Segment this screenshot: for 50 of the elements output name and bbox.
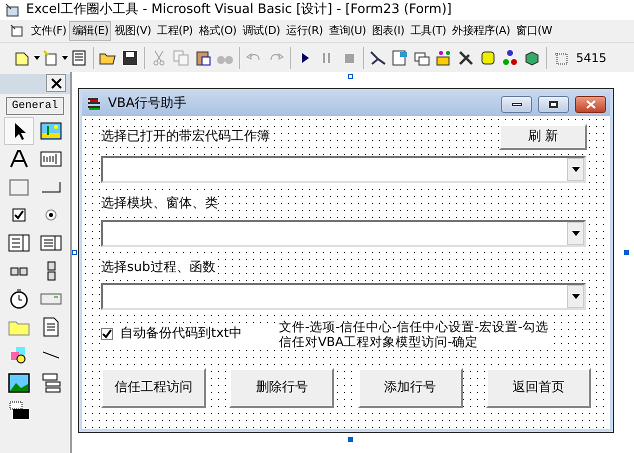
checkbox-label: 自动备份代码到txt中 [120, 325, 242, 344]
action-button[interactable]: 返回首页 [486, 368, 591, 408]
combobox-icon [8, 232, 30, 254]
form-title: VBA行号助手 [108, 95, 188, 114]
menu-item[interactable]: 视图(V) [111, 21, 154, 41]
refresh-button[interactable]: 刷 新 [499, 124, 587, 150]
minimize-button[interactable] [501, 96, 532, 112]
timer-icon [8, 288, 30, 310]
close-icon [586, 100, 596, 108]
field-label: 选择已打开的带宏代码工作簿 [101, 127, 270, 147]
menu-item[interactable]: 工程(P) [154, 21, 196, 41]
caret-icon[interactable] [62, 56, 68, 60]
form-icon [10, 24, 24, 38]
menu-item[interactable]: 调试(D) [240, 21, 284, 41]
app-icon [4, 2, 20, 18]
menu-item[interactable]: 文件(F) [28, 21, 70, 41]
image-icon [8, 372, 30, 394]
resize-handle[interactable] [72, 250, 77, 255]
menu-item[interactable]: 编辑(E) [69, 21, 112, 41]
menu-item[interactable]: 外接程序(A) [449, 21, 514, 41]
field-label: 选择模块、窗体、类 [101, 194, 218, 214]
pointer-tool[interactable] [4, 117, 34, 145]
maximize-button[interactable] [538, 96, 569, 112]
window-title: Excel工作圈小工具 - Microsoft Visual Basic [设计] - [Form23 (Form)] [26, 1, 452, 20]
label-icon [8, 148, 30, 170]
menu-item[interactable]: 运行(R) [283, 21, 326, 41]
form-app-icon [86, 97, 102, 111]
toolbox-tab[interactable]: General [6, 97, 64, 115]
action-button[interactable]: 信任工程访问 [101, 368, 206, 408]
resize-handle[interactable] [348, 437, 353, 442]
workbook-dropdown[interactable] [101, 156, 586, 183]
action-button[interactable]: 删除行号 [229, 368, 334, 408]
field-label: 选择sub过程、函数 [101, 258, 216, 277]
resize-handle[interactable] [348, 74, 353, 79]
instruction-text: 文件-选项-信任中心-信任中心设置-宏设置-勾选 信任对VBA工程对象模型访问-确定 [279, 319, 549, 349]
position-text: 5415 [576, 50, 607, 66]
close-icon[interactable] [46, 74, 66, 92]
checkbox[interactable] [101, 328, 113, 340]
close-button[interactable] [575, 96, 606, 112]
procedure-dropdown[interactable] [101, 283, 586, 310]
picture-icon [40, 120, 62, 142]
menu-item[interactable]: 工具(T) [407, 21, 450, 41]
menu-item[interactable]: 窗口(W [513, 21, 556, 41]
resize-handle[interactable] [624, 250, 629, 255]
caret-icon[interactable] [34, 56, 40, 60]
module-dropdown[interactable] [101, 220, 586, 246]
action-button[interactable]: 添加行号 [358, 368, 463, 408]
menu-item[interactable]: 图表(I) [368, 21, 408, 41]
menu-item[interactable]: 格式(O) [196, 21, 240, 41]
menu-item[interactable]: 查询(U) [326, 21, 369, 41]
